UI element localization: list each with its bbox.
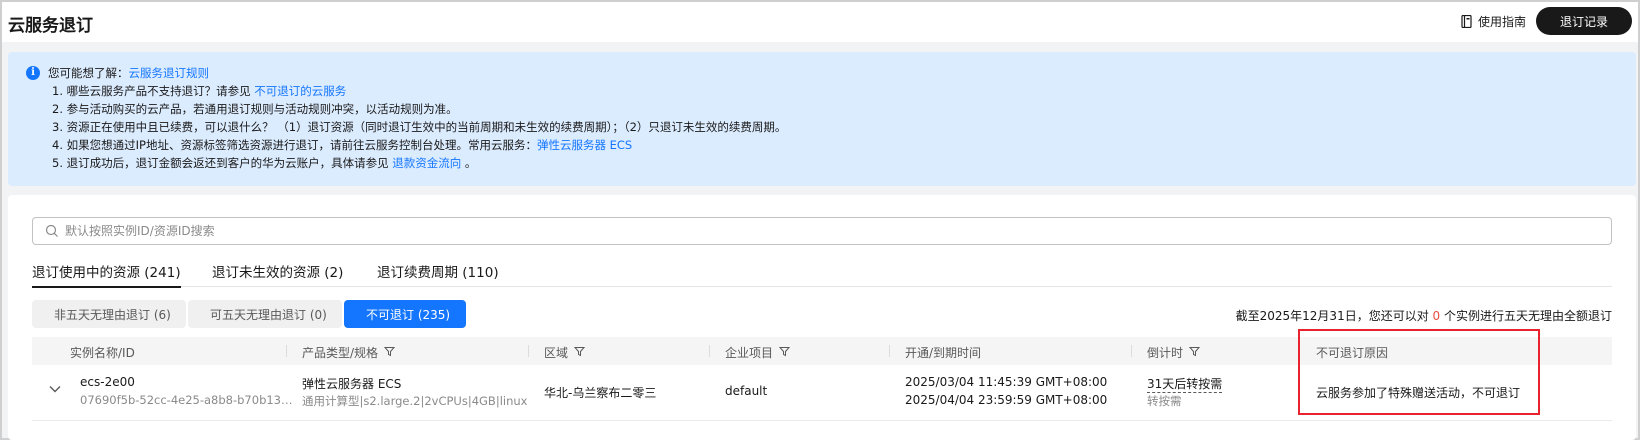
unsubscribe-records-button[interactable]: 退订记录 xyxy=(1536,7,1632,35)
notice-line-2: 2. 参与活动购买的云产品，若通用退订规则与活动规则冲突，以活动规则为准。 xyxy=(52,102,458,116)
countdown[interactable]: 31天后转按需 xyxy=(1147,375,1223,393)
ecs-link[interactable]: 弹性云服务器 ECS xyxy=(537,138,632,152)
refund-flow-link[interactable]: 退款资金流向 xyxy=(392,156,461,170)
end-time: 2025/04/04 23:59:59 GMT+08:00 xyxy=(905,393,1108,407)
page-title: 云服务退订 xyxy=(8,16,93,36)
search-input[interactable] xyxy=(65,220,1595,242)
user-guide-link[interactable]: 使用指南 xyxy=(1461,13,1526,30)
search-icon xyxy=(45,224,59,241)
refund-type-filter: 非五天无理由退订 (6) 可五天无理由退订 (0) 不可退订 (235) xyxy=(32,300,466,328)
subtab-five-day[interactable]: 可五天无理由退订 (0) xyxy=(188,300,342,328)
column-header-region: 区域 xyxy=(544,344,586,361)
product-type: 弹性云服务器 ECS xyxy=(302,377,402,391)
product-spec: 通用计算型|s2.large.2|2vCPUs|4GB|linux xyxy=(302,394,528,408)
subtab-non-refundable[interactable]: 不可退订 (235) xyxy=(344,300,466,328)
column-divider xyxy=(889,345,890,357)
notice-line-3: 3. 资源正在使用中且已续费，可以退什么？ （1）退订资源（同时退订生效中的当前… xyxy=(52,120,787,134)
chevron-down-icon[interactable] xyxy=(48,383,62,397)
user-guide-label: 使用指南 xyxy=(1477,15,1526,29)
subtab-non-five-day[interactable]: 非五天无理由退订 (6) xyxy=(32,300,186,328)
info-notice: i 您可能想了解：云服务退订规则 1. 哪些云服务产品不支持退订？请参见 不可退… xyxy=(8,52,1636,186)
tab-pending-resources[interactable]: 退订未生效的资源 (2) xyxy=(212,261,343,287)
tab-in-use-resources[interactable]: 退订使用中的资源 (241) xyxy=(32,261,181,288)
column-divider xyxy=(1131,345,1132,357)
tab-renewal-periods[interactable]: 退订续费周期 (110) xyxy=(377,261,499,287)
notice-line-5: 5. 退订成功后，退订金额会返还到客户的华为云账户，具体请参见 退款资金流向 。 xyxy=(52,156,477,170)
column-header-countdown: 倒计时 xyxy=(1147,344,1201,361)
search-box[interactable] xyxy=(32,217,1612,245)
column-header-project: 企业项目 xyxy=(725,344,791,361)
filter-icon[interactable] xyxy=(383,346,396,360)
region: 华北-乌兰察布二零三 xyxy=(544,386,657,400)
column-divider xyxy=(528,345,529,357)
filter-icon[interactable] xyxy=(778,346,791,360)
instance-id: 07690f5b-52cc-4e25-a8b8-b70b13… xyxy=(80,393,293,407)
non-refundable-services-link[interactable]: 不可退订的云服务 xyxy=(254,84,346,98)
book-icon xyxy=(1461,15,1472,28)
enterprise-project: default xyxy=(725,384,768,398)
filter-icon[interactable] xyxy=(1188,346,1201,360)
column-header-product: 产品类型/规格 xyxy=(302,344,396,361)
countdown-sub: 转按需 xyxy=(1147,394,1182,408)
refund-summary: 截至2025年12月31日，您还可以对 0 个实例进行五天无理由全额退订 xyxy=(1235,309,1612,323)
notice-line-4: 4. 如果您想通过IP地址、资源标签筛选资源进行退订，请前往云服务控制台处理。常… xyxy=(52,138,633,152)
page-header: 云服务退订 使用指南 退订记录 xyxy=(2,2,1638,42)
filter-icon[interactable] xyxy=(573,346,586,360)
notice-intro: 您可能想了解：云服务退订规则 xyxy=(48,66,210,80)
notice-line-1: 1. 哪些云服务产品不支持退订？请参见 不可退订的云服务 xyxy=(52,84,347,98)
reason-highlight-box xyxy=(1298,329,1540,415)
column-header-time: 开通/到期时间 xyxy=(905,346,982,360)
column-divider xyxy=(709,345,710,357)
column-header-instance: 实例名称/ID xyxy=(70,346,135,360)
info-icon: i xyxy=(26,66,40,80)
unsubscribe-rules-link[interactable]: 云服务退订规则 xyxy=(129,66,210,80)
start-time: 2025/03/04 11:45:39 GMT+08:00 xyxy=(905,375,1108,389)
column-divider xyxy=(286,345,287,357)
resource-tabs: 退订使用中的资源 (241) 退订未生效的资源 (2) 退订续费周期 (110) xyxy=(32,255,1612,288)
instance-name[interactable]: ecs-2e00 xyxy=(80,375,135,389)
page-frame: 云服务退订 使用指南 退订记录 i 您可能想了解：云服务退订规则 1. 哪些云服… xyxy=(0,0,1640,440)
